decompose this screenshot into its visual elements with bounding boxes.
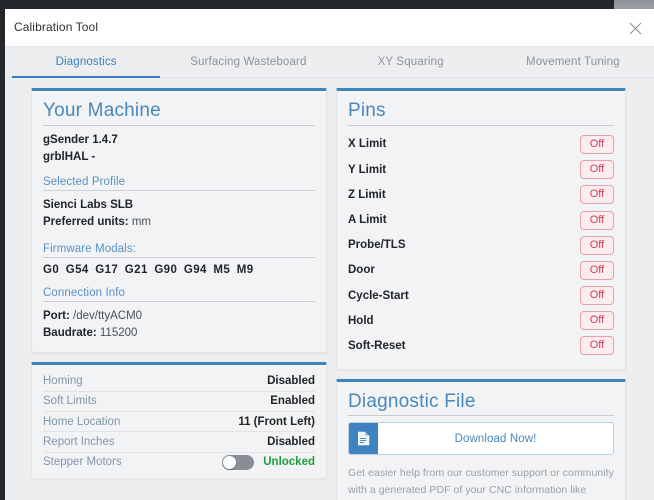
tab-xy-squaring[interactable]: XY Squaring xyxy=(330,47,492,77)
tab-label: Surfacing Wasteboard xyxy=(190,56,307,68)
connection-baudrate: Baudrate: 115200 xyxy=(43,325,315,342)
divider xyxy=(348,124,614,126)
tab-surfacing-wasteboard[interactable]: Surfacing Wasteboard xyxy=(167,47,329,77)
selected-profile-heading: Selected Profile xyxy=(43,176,126,189)
pin-row-y-limit: Y Limit Off xyxy=(348,157,614,182)
pin-label: A Limit xyxy=(348,214,387,226)
setting-label: Stepper Motors xyxy=(43,456,122,469)
toggle-knob xyxy=(223,455,237,469)
left-column: Your Machine gSender 1.4.7 grblHAL - Sel… xyxy=(31,88,327,500)
tab-movement-tuning[interactable]: Movement Tuning xyxy=(492,47,654,77)
stepper-motors-control: Unlocked xyxy=(222,454,315,470)
pin-state-badge[interactable]: Off xyxy=(580,235,614,255)
machine-settings-card: Homing Disabled Soft Limits Enabled Home… xyxy=(31,362,327,480)
setting-row-stepper-motors[interactable]: Stepper Motors Unlocked xyxy=(43,453,315,472)
pin-label: Z Limit xyxy=(348,188,386,201)
divider xyxy=(43,300,315,302)
your-machine-card: Your Machine gSender 1.4.7 grblHAL - Sel… xyxy=(31,88,327,354)
pin-state-badge[interactable]: Off xyxy=(580,134,614,154)
pin-state-badge[interactable]: Off xyxy=(580,286,614,306)
pin-state-badge[interactable]: Off xyxy=(580,210,614,230)
setting-row-report-inches[interactable]: Report Inches Disabled xyxy=(43,432,315,453)
pin-row-door: Door Off xyxy=(348,258,614,283)
setting-label: Soft Limits xyxy=(43,395,97,408)
tab-label: Diagnostics xyxy=(55,56,117,68)
setting-row-soft-limits[interactable]: Soft Limits Enabled xyxy=(43,392,315,412)
desktop-top-strip-right xyxy=(614,0,654,9)
dialog-titlebar: Calibration Tool xyxy=(5,9,654,47)
setting-label: Report Inches xyxy=(43,436,115,449)
download-diagnostic-file-button[interactable]: Download Now! xyxy=(348,422,614,456)
calibration-tool-dialog: Calibration Tool Diagnostics Surfacing W… xyxy=(5,9,654,500)
preferred-units: Preferred units: mm xyxy=(43,214,315,231)
divider xyxy=(43,190,315,192)
setting-value: Disabled xyxy=(267,374,315,387)
setting-label: Homing xyxy=(43,374,83,387)
firmware-modals-heading: Firmware Modals: xyxy=(43,242,136,255)
baudrate-value: 115200 xyxy=(99,326,138,339)
tab-label: Movement Tuning xyxy=(526,56,620,68)
diagnostic-file-card: Diagnostic File Download Now! Get easier… xyxy=(336,378,626,500)
pin-row-a-limit: A Limit Off xyxy=(348,207,614,232)
setting-label: Home Location xyxy=(43,415,121,428)
setting-row-home-location[interactable]: Home Location 11 (Front Left) xyxy=(43,412,315,433)
firmware-version: grblHAL - xyxy=(43,150,96,163)
divider xyxy=(43,256,315,258)
diagnostic-file-note: Get easier help from our customer suppor… xyxy=(348,467,614,497)
firmware-modals-values: G0 G54 G17 G21 G90 G94 M5 M9 xyxy=(43,263,254,276)
download-button-label: Download Now! xyxy=(454,432,537,445)
pin-row-x-limit: X Limit Off xyxy=(348,132,614,157)
setting-row-homing[interactable]: Homing Disabled xyxy=(43,371,315,392)
pin-label: Y Limit xyxy=(348,163,387,176)
divider xyxy=(348,415,614,417)
stepper-motors-state: Unlocked xyxy=(263,456,315,469)
divider xyxy=(43,124,315,126)
pin-label: Cycle-Start xyxy=(348,289,409,302)
pin-row-soft-reset: Soft-Reset Off xyxy=(348,333,614,358)
pin-label: Probe/TLS xyxy=(348,239,406,252)
pin-row-cycle-start: Cycle-Start Off xyxy=(348,283,614,308)
pin-state-badge[interactable]: Off xyxy=(580,185,614,205)
preferred-units-value: mm xyxy=(131,216,152,229)
port-label: Port: xyxy=(43,309,70,322)
preferred-units-label: Preferred units: xyxy=(43,216,129,229)
pin-label: Hold xyxy=(348,314,374,327)
pin-row-hold: Hold Off xyxy=(348,308,614,333)
diagnostics-content: Your Machine gSender 1.4.7 grblHAL - Sel… xyxy=(5,78,654,500)
setting-value: Disabled xyxy=(267,436,315,449)
tabbar: Diagnostics Surfacing Wasteboard XY Squa… xyxy=(5,47,654,78)
connection-port: Port: /dev/ttyACM0 xyxy=(43,308,315,325)
pin-row-z-limit: Z Limit Off xyxy=(348,182,614,207)
pin-label: Soft-Reset xyxy=(348,339,406,352)
close-icon[interactable] xyxy=(622,15,648,41)
dialog-title: Calibration Tool xyxy=(14,20,99,34)
pins-title: Pins xyxy=(348,100,386,121)
pin-state-badge[interactable]: Off xyxy=(580,160,614,180)
port-value: /dev/ttyACM0 xyxy=(73,309,143,322)
pin-state-badge[interactable]: Off xyxy=(580,260,614,280)
stepper-motors-toggle[interactable] xyxy=(222,454,255,470)
diagnostic-file-title: Diagnostic File xyxy=(348,390,476,412)
pins-card: Pins X Limit Off Y Limit Off Z Limit Off… xyxy=(336,88,626,370)
tab-diagnostics[interactable]: Diagnostics xyxy=(5,47,167,78)
setting-value: 11 (Front Left) xyxy=(238,415,315,428)
connection-info-heading: Connection Info xyxy=(43,286,126,299)
pin-row-probe-tls: Probe/TLS Off xyxy=(348,233,614,258)
right-column: Pins X Limit Off Y Limit Off Z Limit Off… xyxy=(336,88,626,500)
desktop-top-strip xyxy=(0,0,654,9)
pin-state-badge[interactable]: Off xyxy=(580,336,614,356)
pin-label: X Limit xyxy=(348,138,387,151)
your-machine-title: Your Machine xyxy=(43,100,161,121)
app-version: gSender 1.4.7 xyxy=(43,133,118,146)
pin-state-badge[interactable]: Off xyxy=(580,311,614,331)
setting-value: Enabled xyxy=(270,395,315,408)
baudrate-label: Baudrate: xyxy=(43,326,97,339)
tab-label: XY Squaring xyxy=(377,56,444,68)
pdf-file-icon xyxy=(349,423,378,455)
profile-name: Sienci Labs SLB xyxy=(43,199,134,212)
pin-label: Door xyxy=(348,264,375,277)
